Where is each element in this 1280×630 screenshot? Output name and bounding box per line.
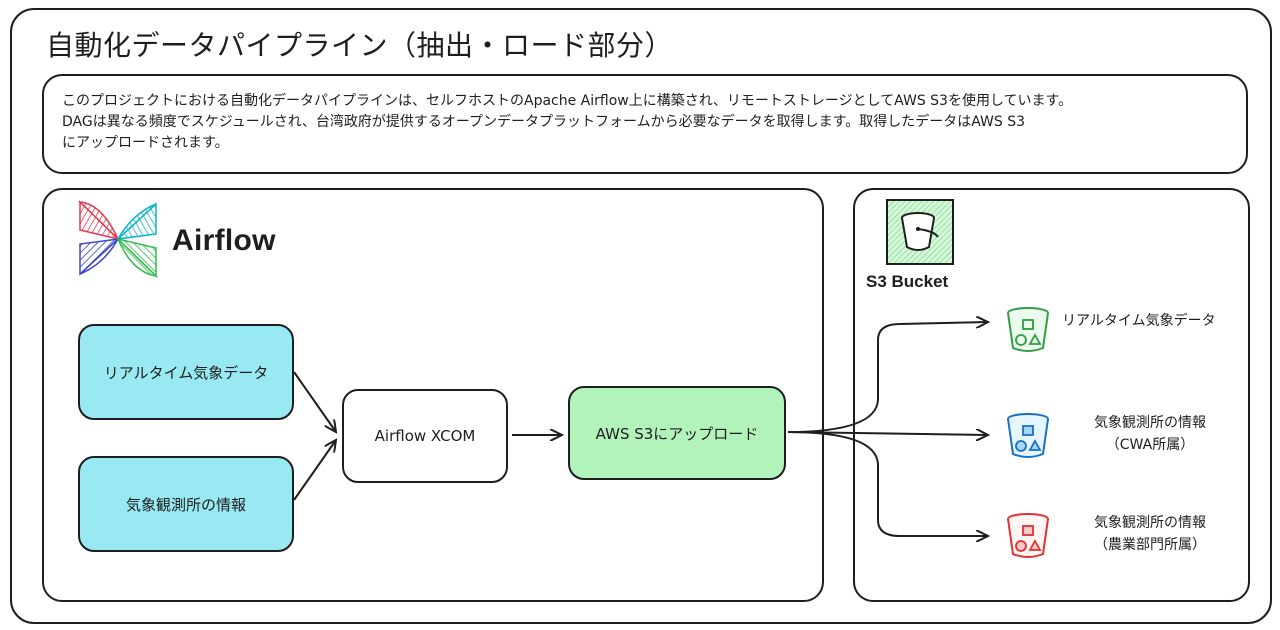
arrow-upload-to-realtime — [787, 322, 988, 433]
arrow-realtime-to-xcom — [293, 371, 336, 432]
flow-arrows — [293, 0, 1280, 630]
arrow-station-to-xcom — [293, 440, 336, 501]
diagram-canvas: 自動化データパイプライン（抽出・ロード部分） このプロジェクトにおける自動化デー… — [0, 0, 1280, 630]
arrow-upload-to-agri — [787, 431, 988, 536]
